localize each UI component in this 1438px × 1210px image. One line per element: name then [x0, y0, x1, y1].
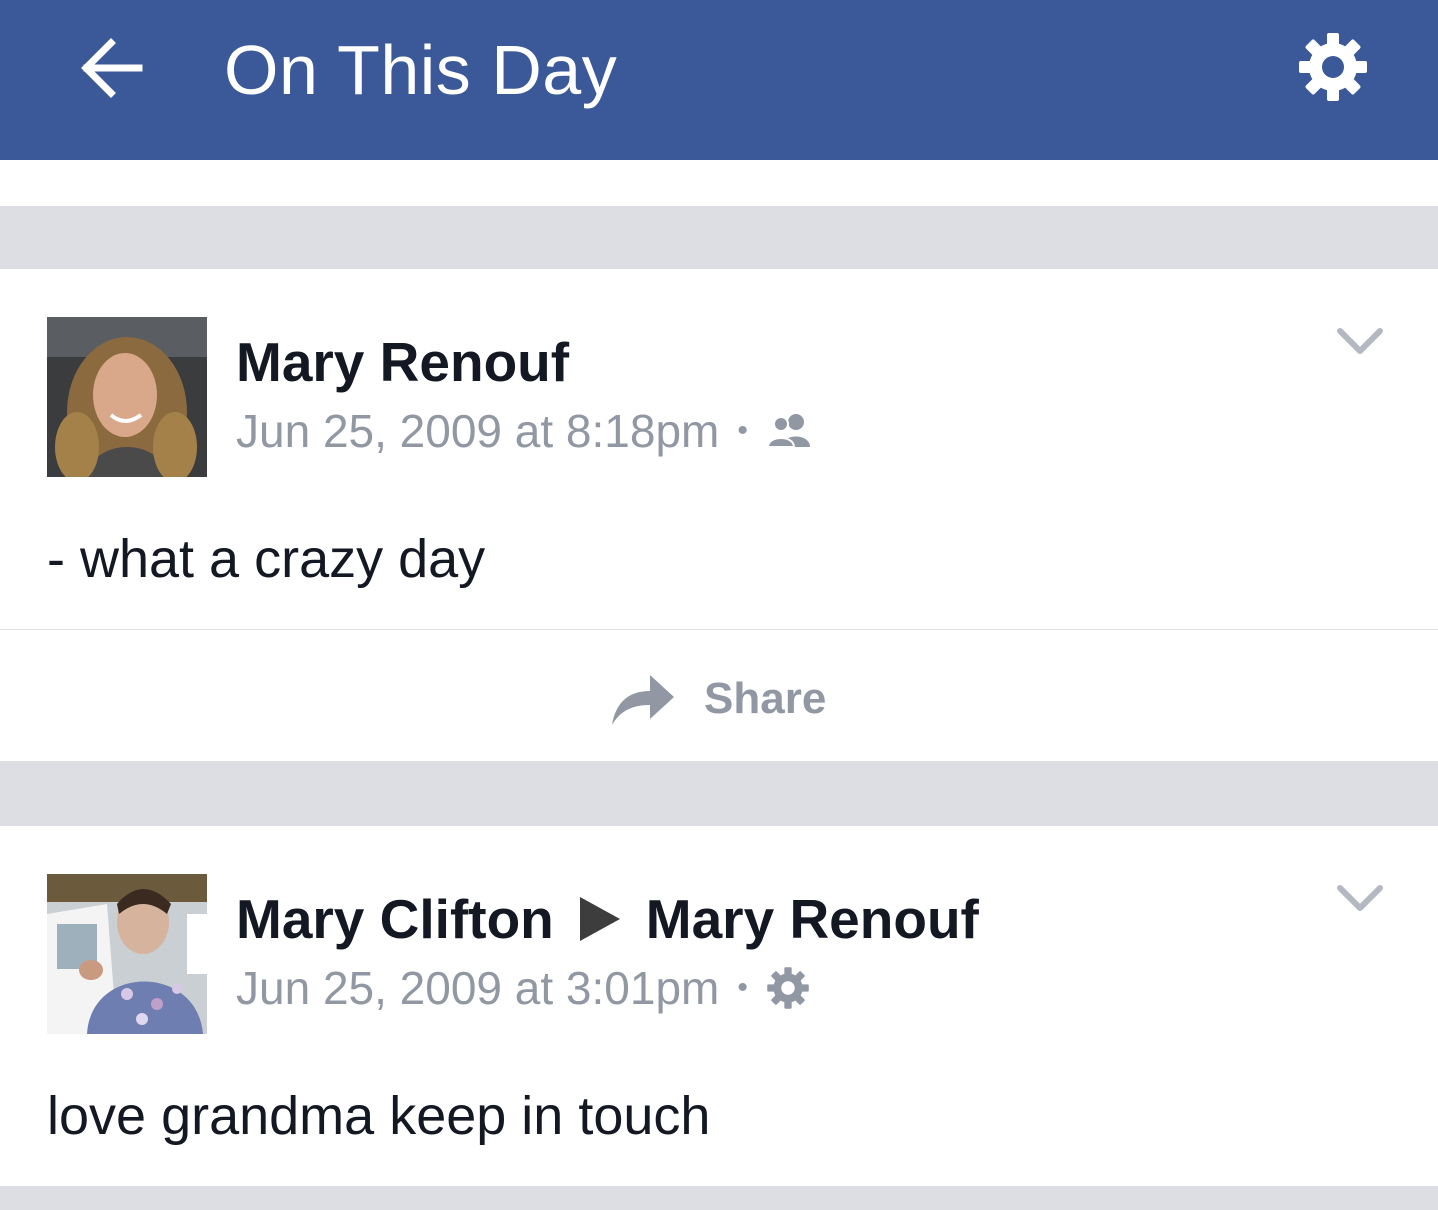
avatar[interactable] [47, 874, 207, 1034]
author-name[interactable]: Mary Renouf [236, 327, 569, 397]
divider [0, 629, 1438, 630]
post-card: Mary Clifton Mary Renouf Jun 25, 2009 at… [0, 826, 1438, 1186]
top-app-bar: On This Day [0, 0, 1438, 160]
post-meta: Jun 25, 2009 at 3:01pm • [236, 958, 810, 1018]
share-button[interactable]: Share [610, 659, 826, 739]
play-arrow-icon [579, 897, 620, 941]
share-label: Share [704, 674, 827, 723]
chevron-down-icon[interactable] [1330, 878, 1390, 918]
post-body: love grandma keep in touch [47, 1086, 711, 1146]
profile-photo-icon [47, 874, 207, 1034]
post-timestamp[interactable]: Jun 25, 2009 at 3:01pm [236, 958, 719, 1018]
back-button[interactable] [70, 26, 154, 110]
avatar[interactable] [47, 317, 207, 477]
profile-photo-icon [47, 317, 207, 477]
gear-icon [1299, 33, 1367, 101]
post-body: - what a crazy day [47, 529, 486, 589]
share-arrow-icon [612, 675, 674, 725]
recipient-name[interactable]: Mary Renouf [646, 884, 979, 954]
previous-post-tail [0, 160, 1438, 206]
post-timestamp[interactable]: Jun 25, 2009 at 8:18pm [236, 401, 719, 461]
post-author: Mary Clifton Mary Renouf [236, 884, 979, 954]
author-name[interactable]: Mary Clifton [236, 884, 554, 954]
friends-icon [766, 414, 810, 448]
arrow-left-icon [81, 38, 143, 98]
post-meta: Jun 25, 2009 at 8:18pm • [236, 401, 814, 461]
post-author[interactable]: Mary Renouf [236, 327, 569, 397]
chevron-down-icon[interactable] [1330, 321, 1390, 361]
settings-button[interactable] [1288, 22, 1378, 112]
page-title: On This Day [224, 31, 618, 109]
gear-icon [767, 967, 809, 1009]
meta-separator: • [737, 414, 748, 447]
post-card: Mary Renouf Jun 25, 2009 at 8:18pm • - w… [0, 269, 1438, 761]
meta-separator: • [737, 971, 748, 1004]
